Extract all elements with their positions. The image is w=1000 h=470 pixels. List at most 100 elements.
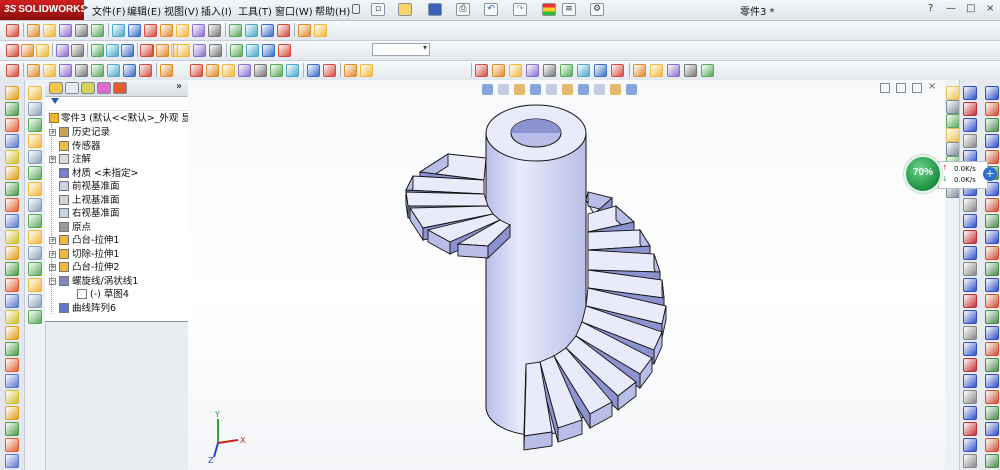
restore-view-icon[interactable] bbox=[896, 83, 906, 93]
left-strip-tool-icon-1[interactable] bbox=[5, 86, 19, 100]
standard-tool-icon-4[interactable] bbox=[56, 44, 69, 57]
tools-tool-icon-2[interactable] bbox=[492, 64, 505, 77]
display-tool-icon-3[interactable] bbox=[177, 44, 190, 57]
heads-up-tool-icon-6[interactable] bbox=[562, 84, 573, 95]
feature-tool-icon-1[interactable] bbox=[6, 64, 19, 77]
spiral-staircase-model[interactable]: Y X Z bbox=[188, 80, 945, 470]
heads-up-tool-icon-1[interactable] bbox=[482, 84, 493, 95]
heads-up-tool-icon-5[interactable] bbox=[546, 84, 557, 95]
view-tool-icon-9[interactable] bbox=[144, 24, 157, 37]
view-tool-icon-15[interactable] bbox=[245, 24, 258, 37]
display-tool-icon-5[interactable] bbox=[209, 44, 222, 57]
sketch-tool-icon-5[interactable] bbox=[254, 64, 267, 77]
tools-tool-icon-6[interactable] bbox=[560, 64, 573, 77]
tools-tool-icon-8[interactable] bbox=[594, 64, 607, 77]
left-strip2-tool-icon-11[interactable] bbox=[28, 246, 42, 260]
view-tool-icon-19[interactable] bbox=[314, 24, 327, 37]
left-strip2-tool-icon-3[interactable] bbox=[28, 118, 42, 132]
tools-tool-icon-12[interactable] bbox=[667, 64, 680, 77]
sketch-relations-tool-icon-21[interactable] bbox=[985, 406, 999, 420]
sketch-tool-icon-11[interactable] bbox=[963, 246, 977, 260]
sketch-tool-icon-9[interactable] bbox=[323, 64, 336, 77]
heads-up-tool-icon-7[interactable] bbox=[578, 84, 589, 95]
sketch-relations-tool-icon-22[interactable] bbox=[985, 422, 999, 436]
sketch-tool-icon-22[interactable] bbox=[963, 422, 977, 436]
sketch-relations-tool-icon-20[interactable] bbox=[985, 390, 999, 404]
left-strip-tool-icon-9[interactable] bbox=[5, 214, 19, 228]
sketch-tool-icon-1[interactable] bbox=[963, 86, 977, 100]
left-strip-tool-icon-22[interactable] bbox=[5, 422, 19, 436]
heads-up-tool-icon-3[interactable] bbox=[514, 84, 525, 95]
solidworks-logo[interactable]: 3S SOLIDWORKS bbox=[0, 0, 87, 20]
tile-icon[interactable] bbox=[880, 83, 890, 93]
view-tool-icon-10[interactable] bbox=[160, 24, 173, 37]
configuration-dropdown[interactable]: ▾ bbox=[372, 43, 430, 56]
sketch-tool-icon-2[interactable] bbox=[206, 64, 219, 77]
rebuild-icon[interactable] bbox=[542, 3, 556, 16]
left-strip2-tool-icon-13[interactable] bbox=[28, 278, 42, 292]
sketch-tool-icon-6[interactable] bbox=[270, 64, 283, 77]
meter-plus-icon[interactable]: + bbox=[983, 167, 997, 181]
view-tool-icon-1[interactable] bbox=[6, 24, 19, 37]
maximize-view-icon[interactable] bbox=[912, 83, 922, 93]
sketch-tool-icon-8[interactable] bbox=[307, 64, 320, 77]
left-strip-tool-icon-10[interactable] bbox=[5, 230, 19, 244]
close-view-icon[interactable]: × bbox=[928, 81, 936, 92]
view-tool-icon-13[interactable] bbox=[208, 24, 221, 37]
view-tool-icon-7[interactable] bbox=[112, 24, 125, 37]
standard-tool-icon-6[interactable] bbox=[91, 44, 104, 57]
left-strip2-tool-icon-4[interactable] bbox=[28, 134, 42, 148]
menu-view[interactable]: 视图(V) bbox=[164, 3, 199, 18]
view-tool-icon-16[interactable] bbox=[261, 24, 274, 37]
sketch-tool-icon-24[interactable] bbox=[963, 454, 977, 468]
sketch-relations-tool-icon-8[interactable] bbox=[985, 198, 999, 212]
feature-tool-icon-2[interactable] bbox=[27, 64, 40, 77]
menu-edit[interactable]: 编辑(E) bbox=[127, 3, 161, 18]
feature-tool-icon-6[interactable] bbox=[91, 64, 104, 77]
sketch-tool-icon-21[interactable] bbox=[963, 406, 977, 420]
new-document-icon[interactable]: ▫ bbox=[371, 3, 385, 16]
display-tool-icon-8[interactable] bbox=[262, 44, 275, 57]
sketch-tool-icon-19[interactable] bbox=[963, 374, 977, 388]
view-tool-icon-14[interactable] bbox=[229, 24, 242, 37]
left-strip-tool-icon-15[interactable] bbox=[5, 310, 19, 324]
left-strip2-tool-icon-15[interactable] bbox=[28, 310, 42, 324]
feature-tool-icon-10[interactable] bbox=[160, 64, 173, 77]
sketch-relations-tool-icon-15[interactable] bbox=[985, 310, 999, 324]
close-button[interactable]: × bbox=[986, 3, 994, 14]
tab-feature-manager[interactable] bbox=[49, 82, 63, 94]
sketch-tool-icon-9[interactable] bbox=[963, 214, 977, 228]
tools-tool-icon-9[interactable] bbox=[611, 64, 624, 77]
left-strip-tool-icon-17[interactable] bbox=[5, 342, 19, 356]
view-tool-icon-4[interactable] bbox=[59, 24, 72, 37]
feature-tool-icon-8[interactable] bbox=[123, 64, 136, 77]
tools-tool-icon-4[interactable] bbox=[526, 64, 539, 77]
left-strip-tool-icon-2[interactable] bbox=[5, 102, 19, 116]
left-strip2-tool-icon-6[interactable] bbox=[28, 166, 42, 180]
sketch-relations-tool-icon-10[interactable] bbox=[985, 230, 999, 244]
sketch-tool-icon-11[interactable] bbox=[360, 64, 373, 77]
tools-tool-icon-5[interactable] bbox=[543, 64, 556, 77]
heads-up-tool-icon-10[interactable] bbox=[626, 84, 637, 95]
view-tool-icon-6[interactable] bbox=[91, 24, 104, 37]
menu-file[interactable]: 文件(F) bbox=[92, 3, 126, 18]
left-strip2-tool-icon-8[interactable] bbox=[28, 198, 42, 212]
sketch-tool-icon-4[interactable] bbox=[963, 134, 977, 148]
heads-up-tool-icon-9[interactable] bbox=[610, 84, 621, 95]
view-tool-icon-2[interactable] bbox=[27, 24, 40, 37]
sketch-relations-tool-icon-16[interactable] bbox=[985, 326, 999, 340]
menu-window[interactable]: 窗口(W) bbox=[275, 3, 313, 18]
view-tool-icon-11[interactable] bbox=[176, 24, 189, 37]
view-tool-icon-12[interactable] bbox=[192, 24, 205, 37]
display-tool-icon-7[interactable] bbox=[246, 44, 259, 57]
left-strip-tool-icon-13[interactable] bbox=[5, 278, 19, 292]
menu-insert[interactable]: 插入(I) bbox=[201, 3, 232, 18]
tools-tool-icon-7[interactable] bbox=[577, 64, 590, 77]
left-strip-tool-icon-3[interactable] bbox=[5, 118, 19, 132]
standard-tool-icon-3[interactable] bbox=[36, 44, 49, 57]
left-strip-tool-icon-5[interactable] bbox=[5, 150, 19, 164]
sketch-tool-icon-12[interactable] bbox=[963, 262, 977, 276]
sketch-relations-tool-icon-24[interactable] bbox=[985, 454, 999, 468]
view-tool-icon-17[interactable] bbox=[277, 24, 290, 37]
sketch-tool-icon-3[interactable] bbox=[222, 64, 235, 77]
